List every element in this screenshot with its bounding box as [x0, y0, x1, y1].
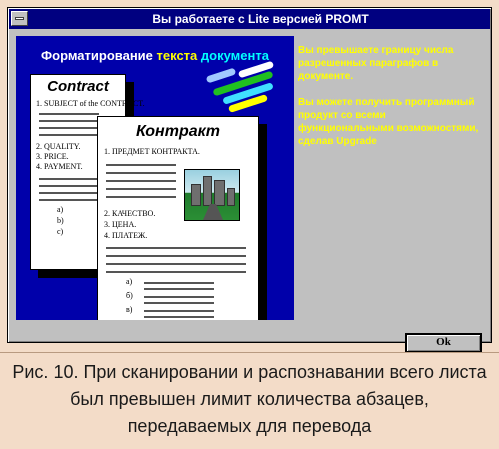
text-line: [144, 296, 214, 298]
text-line: [39, 192, 99, 194]
dialog-window: Вы работаете с Lite версией PROMT Формат…: [7, 7, 492, 353]
title-bar[interactable]: Вы работаете с Lite версией PROMT: [9, 9, 490, 29]
text-line: [106, 247, 246, 249]
warning-message: Вы превышаете границу числа разрешенных …: [298, 44, 484, 161]
heading-part-1: Форматирование: [41, 48, 157, 63]
text-line: [39, 120, 99, 122]
warning-paragraph-1: Вы превышаете границу числа разрешенных …: [298, 45, 454, 82]
text-line: [106, 164, 176, 166]
text-line: [39, 134, 99, 136]
doc-ru-line-2: 2. КАЧЕСТВО.: [104, 209, 156, 218]
doc-en-sub-a: a): [57, 205, 64, 214]
text-line: [106, 196, 176, 198]
text-line: [106, 255, 246, 257]
text-line: [39, 178, 99, 180]
text-line: [39, 113, 99, 115]
doc-ru-sub-b: б): [126, 291, 133, 300]
heading-part-2: текста: [156, 48, 201, 63]
text-line: [144, 316, 214, 318]
text-line: [144, 310, 214, 312]
text-line: [39, 199, 99, 201]
doc-ru-title: Контракт: [136, 123, 220, 140]
doc-en-sub-b: b): [57, 216, 64, 225]
doc-ru-line-1: 1. ПРЕДМЕТ КОНТРАКТА.: [104, 147, 200, 156]
text-line: [144, 282, 214, 284]
ok-button[interactable]: Ok: [405, 333, 482, 353]
illustration-heading: Форматирование текста документа: [16, 48, 294, 63]
doc-ru-sub-a: а): [126, 277, 133, 286]
warning-paragraph-2: Вы можете получить программный продукт с…: [298, 97, 479, 147]
decor-streak-lightblue: [205, 67, 237, 84]
text-line: [39, 185, 99, 187]
doc-en-title: Contract: [47, 78, 109, 95]
text-line: [39, 127, 99, 129]
doc-en-line-2: 2. QUALITY.: [36, 142, 81, 151]
doc-en-line-1: 1. SUBJECT of the CONTRACT.: [36, 99, 145, 108]
text-line: [106, 172, 176, 174]
doc-ru-sub-c: в): [126, 305, 133, 314]
heading-part-3: документа: [200, 48, 269, 63]
doc-en-line-3: 3. PRICE.: [36, 152, 69, 161]
text-line: [144, 302, 214, 304]
text-line: [144, 288, 214, 290]
illustration-panel: Форматирование текста документа Contract…: [16, 36, 294, 320]
figure-frame: Вы работаете с Lite версией PROMT Формат…: [0, 0, 499, 449]
text-line: [106, 188, 176, 190]
doc-en-line-4: 4. PAYMENT.: [36, 162, 83, 171]
doc-ru-line-3: 3. ЦЕНА.: [104, 220, 137, 229]
text-line: [106, 263, 246, 265]
doc-en-sub-c: c): [57, 227, 64, 236]
doc-ru-line-4: 4. ПЛАТЕЖ.: [104, 231, 148, 240]
window-title: Вы работаете с Lite версией PROMT: [152, 12, 369, 26]
city-picture: [184, 169, 240, 221]
figure-caption: Рис. 10. При сканировании и распознавани…: [0, 352, 499, 449]
text-line: [106, 180, 176, 182]
system-menu-icon[interactable]: [11, 11, 28, 26]
text-line: [106, 271, 246, 273]
doc-ru: Контракт 1. ПРЕДМЕТ КОНТРАКТА. 2. КАЧЕСТ…: [97, 116, 259, 320]
